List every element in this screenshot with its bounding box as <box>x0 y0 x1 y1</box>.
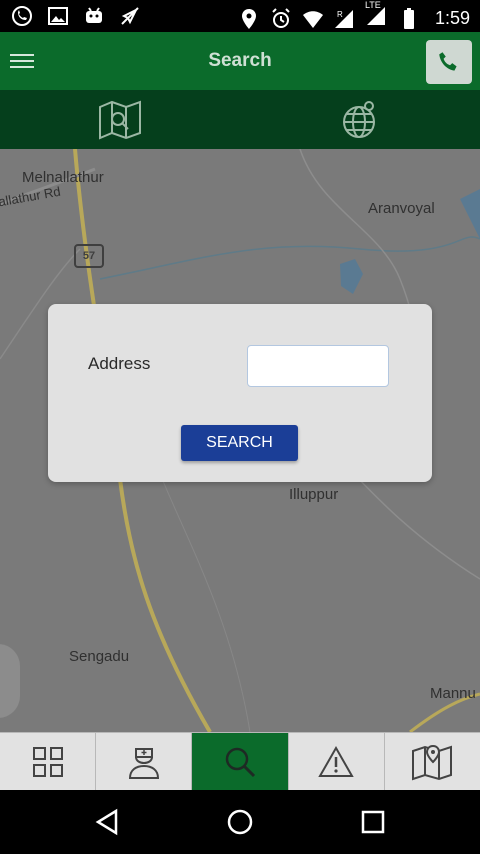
nurse-icon <box>128 748 159 779</box>
warning-icon <box>318 745 354 777</box>
no-gps-icon <box>121 7 139 25</box>
page-title: Search <box>208 50 272 71</box>
tab-globe[interactable] <box>240 90 480 149</box>
status-bar: R LTE 1:59 <box>0 0 480 32</box>
recents-button[interactable] <box>357 806 389 838</box>
alarm-icon <box>272 7 290 28</box>
system-nav-bar <box>0 790 480 854</box>
signal-roaming-icon: R <box>334 9 353 28</box>
battery-icon <box>403 7 414 29</box>
svg-text:R: R <box>337 10 343 19</box>
address-input[interactable] <box>247 345 389 387</box>
status-left-icons <box>10 4 142 28</box>
status-right-icons: R LTE 1:59 <box>237 0 470 33</box>
globe-icon <box>343 100 375 138</box>
address-label: Address <box>88 354 151 373</box>
map-search-icon <box>99 100 141 139</box>
map-label-aranvoyal: Aranvoyal <box>368 200 435 217</box>
wifi-icon <box>302 10 323 28</box>
home-icon <box>227 809 253 835</box>
tab-map-location[interactable] <box>385 733 480 791</box>
tab-nurse[interactable] <box>96 733 193 791</box>
clock: 1:59 <box>434 8 470 28</box>
signal-tag: LTE <box>364 0 381 10</box>
grid-icon <box>32 747 63 777</box>
map-label-melnallathur: Melnallathur <box>22 169 104 186</box>
tab-alert[interactable] <box>289 733 385 791</box>
android-icon <box>86 7 102 23</box>
call-button[interactable] <box>426 40 472 84</box>
map-edge-handle[interactable] <box>0 644 20 718</box>
bottom-tab-bar <box>0 732 480 791</box>
phone-icon <box>439 52 457 71</box>
app-header: Search <box>0 32 480 90</box>
whatsapp-icon <box>12 6 32 26</box>
sub-tabs <box>0 90 480 149</box>
back-icon <box>95 808 118 836</box>
search-dialog: Address SEARCH <box>48 304 432 482</box>
search-button[interactable]: SEARCH <box>181 425 298 461</box>
location-icon <box>241 8 256 29</box>
tab-dashboard[interactable] <box>0 733 97 791</box>
back-button[interactable] <box>91 806 123 838</box>
map-label-mannu: Mannu <box>430 685 476 702</box>
search-icon <box>225 747 256 778</box>
map-label-illuppur: Illuppur <box>289 486 339 503</box>
map-pin-icon <box>412 744 453 781</box>
home-button[interactable] <box>224 806 256 838</box>
tab-search[interactable] <box>192 733 289 791</box>
map-label-sengadu: Sengadu <box>69 648 130 665</box>
tab-map-search[interactable] <box>0 90 240 149</box>
route-badge: 57 <box>74 244 104 268</box>
recents-icon <box>361 810 385 834</box>
gallery-icon <box>48 7 68 25</box>
